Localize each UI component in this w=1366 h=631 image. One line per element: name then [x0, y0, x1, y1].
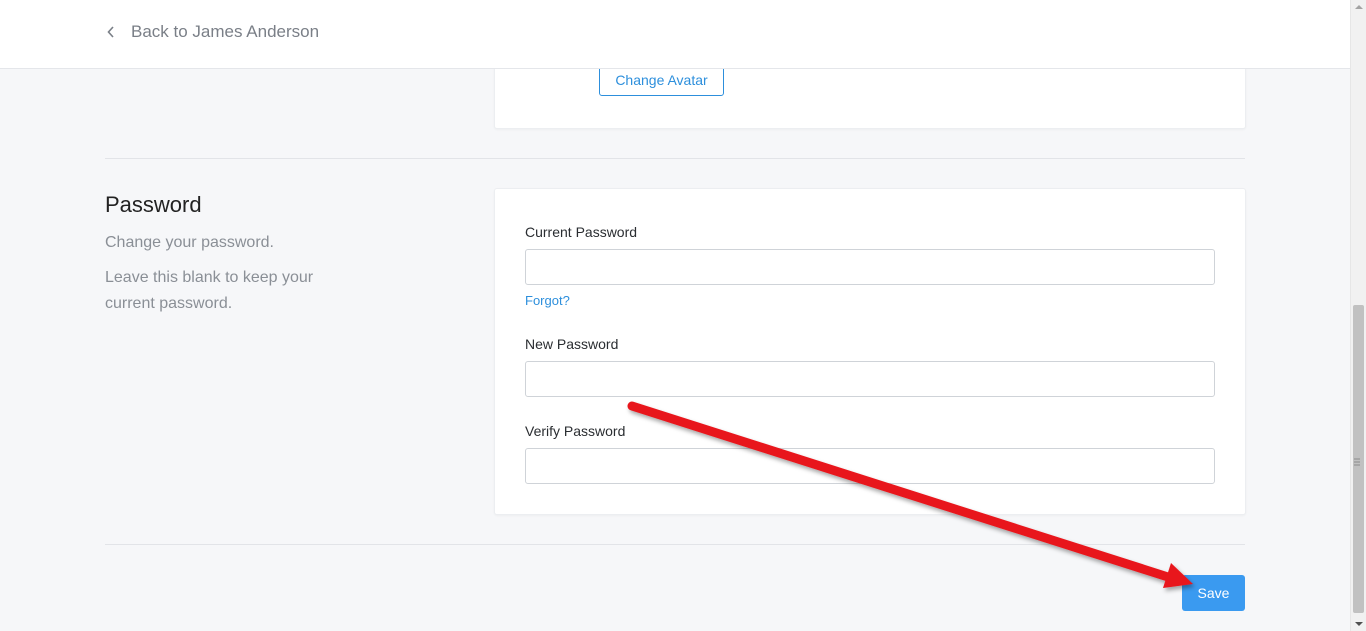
scroll-grip-icon [1354, 453, 1360, 466]
password-section-hint: Leave this blank to keep your current pa… [105, 269, 314, 312]
actions-divider [105, 544, 1245, 545]
verify-password-label: Verify Password [525, 423, 626, 439]
current-password-label: Current Password [525, 224, 638, 240]
save-button[interactable]: Save [1182, 575, 1245, 611]
password-section-title: Password [105, 192, 202, 217]
back-link[interactable]: Back to James Anderson [107, 22, 319, 42]
top-bar: Back to James Anderson [0, 0, 1350, 69]
account-settings-page: Change Avatar Password Change your passw… [0, 0, 1366, 631]
verify-password-field[interactable] [525, 448, 1215, 484]
password-section-description: Change your password. [105, 234, 274, 251]
chevron-left-icon [107, 23, 117, 41]
forgot-password-link[interactable]: Forgot? [525, 293, 570, 308]
section-divider [105, 158, 1245, 159]
current-password-field[interactable] [525, 249, 1215, 285]
scroll-up-arrow-icon[interactable] [1351, 0, 1366, 14]
new-password-label: New Password [525, 336, 619, 352]
scroll-down-arrow-icon[interactable] [1351, 617, 1366, 631]
vertical-scrollbar[interactable] [1350, 0, 1366, 631]
new-password-field[interactable] [525, 361, 1215, 397]
back-link-label: Back to James Anderson [131, 22, 320, 41]
